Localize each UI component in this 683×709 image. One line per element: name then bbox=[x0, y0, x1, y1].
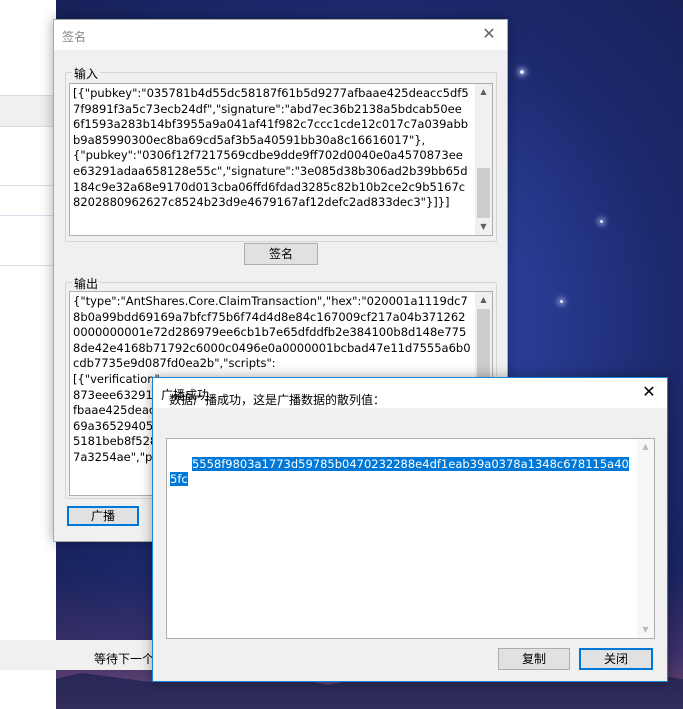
input-scrollbar[interactable]: ▲ ▼ bbox=[475, 84, 492, 235]
sign-button[interactable]: 签名 bbox=[244, 243, 318, 265]
background-app-window bbox=[0, 0, 56, 709]
sign-dialog-title: 签名 bbox=[62, 30, 87, 44]
scroll-down-arrow-icon[interactable]: ▼ bbox=[475, 219, 492, 235]
hash-text-wrapper: 5558f9803a1773d59785b0470232288e4df1eab3… bbox=[170, 441, 630, 503]
hash-textarea[interactable]: 5558f9803a1773d59785b0470232288e4df1eab3… bbox=[166, 438, 655, 639]
scrollbar-thumb[interactable] bbox=[477, 168, 490, 218]
status-text: 等待下一个 bbox=[94, 652, 154, 666]
input-group-label: 输入 bbox=[72, 65, 101, 82]
background-app-row-divider bbox=[0, 185, 56, 186]
scroll-up-arrow-icon[interactable]: ▲ bbox=[637, 439, 654, 455]
star-decoration bbox=[560, 300, 563, 303]
scroll-up-arrow-icon[interactable]: ▲ bbox=[475, 84, 492, 100]
star-decoration bbox=[600, 220, 603, 223]
broadcast-success-dialog: 广播成功 ✕ 数据广播成功，这是广播数据的散列值： 5558f9803a1773… bbox=[152, 377, 668, 682]
scrollbar-thumb[interactable] bbox=[477, 309, 490, 379]
scroll-down-arrow-icon[interactable]: ▼ bbox=[637, 622, 654, 638]
close-button[interactable]: 关闭 bbox=[579, 648, 653, 670]
background-app-row-divider bbox=[0, 215, 56, 216]
hash-scrollbar[interactable]: ▲ ▼ bbox=[637, 439, 654, 638]
broadcast-message: 数据广播成功，这是广播数据的散列值： bbox=[169, 393, 386, 407]
close-icon[interactable]: ✕ bbox=[639, 382, 659, 402]
output-group-label: 输出 bbox=[72, 275, 101, 292]
broadcast-button[interactable]: 广播 bbox=[67, 506, 139, 526]
input-textarea[interactable]: [{"pubkey":"035781b4d55dc58187f61b5d9277… bbox=[69, 83, 493, 236]
hash-text: 5558f9803a1773d59785b0470232288e4df1eab3… bbox=[170, 456, 629, 487]
scroll-up-arrow-icon[interactable]: ▲ bbox=[475, 292, 492, 308]
background-app-toolbar bbox=[0, 95, 56, 127]
input-text: [{"pubkey":"035781b4d55dc58187f61b5d9277… bbox=[73, 86, 469, 210]
input-groupbox: 输入 [{"pubkey":"035781b4d55dc58187f61b5d9… bbox=[65, 65, 497, 242]
star-decoration bbox=[520, 70, 524, 74]
background-app-header bbox=[0, 0, 56, 95]
background-app-row-divider bbox=[0, 265, 56, 266]
close-icon[interactable]: ✕ bbox=[479, 24, 499, 44]
copy-button[interactable]: 复制 bbox=[498, 648, 570, 670]
sign-dialog-titlebar[interactable]: 签名 ✕ bbox=[54, 20, 507, 50]
